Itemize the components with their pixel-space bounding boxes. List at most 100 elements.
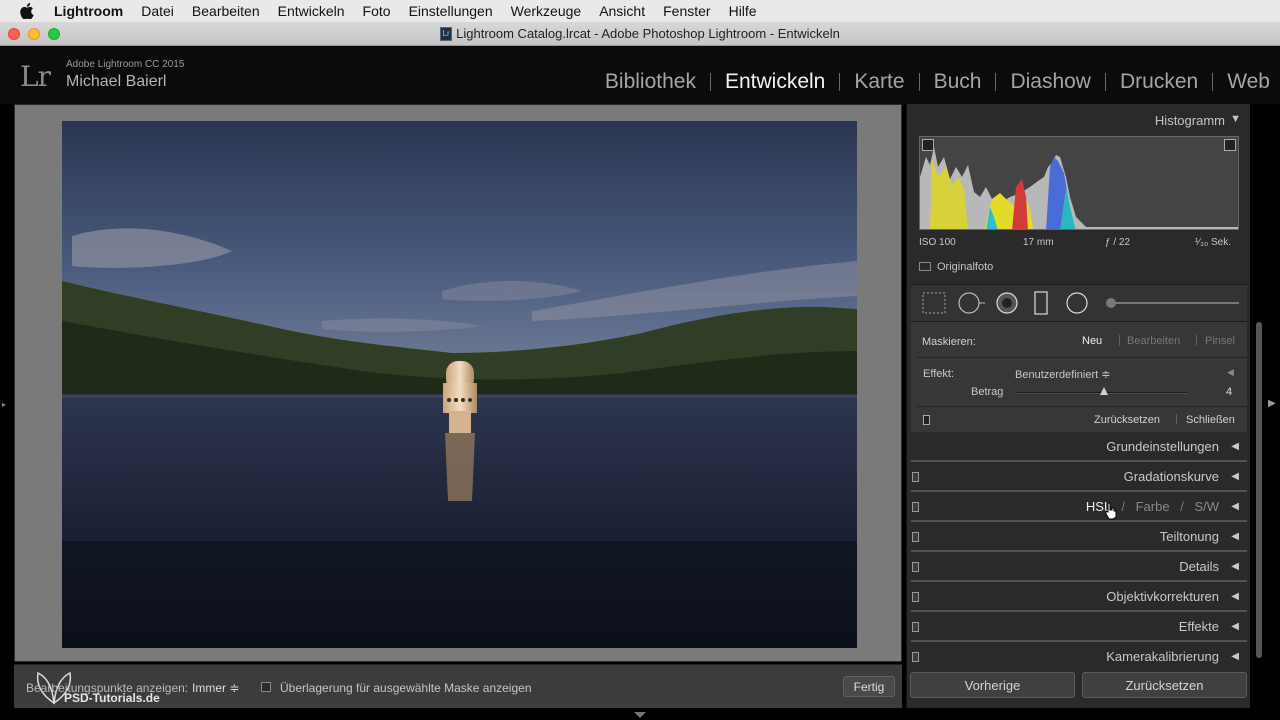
- user-name: Michael Baierl: [66, 73, 167, 90]
- original-photo-checkbox[interactable]: [919, 262, 931, 271]
- module-diashow[interactable]: Diashow: [996, 70, 1105, 94]
- right-panel-toggle-icon[interactable]: ▶: [1268, 398, 1276, 409]
- tab-farbe[interactable]: Farbe: [1136, 499, 1170, 514]
- menu-lightroom[interactable]: Lightroom: [54, 3, 123, 19]
- bottom-panel-toggle-icon[interactable]: [634, 711, 646, 719]
- panel-switch-icon[interactable]: [912, 592, 919, 602]
- done-button[interactable]: Fertig: [843, 676, 895, 697]
- effect-label: Effekt:: [923, 368, 954, 380]
- menu-foto[interactable]: Foto: [363, 3, 391, 19]
- reset-button[interactable]: Zurücksetzen: [1082, 672, 1247, 698]
- mask-brush-button[interactable]: Pinsel: [1205, 335, 1235, 347]
- panel-switch-icon[interactable]: [912, 652, 919, 662]
- expand-triangle-icon[interactable]: ◀: [1231, 531, 1239, 542]
- panel-switch-icon[interactable]: [912, 562, 919, 572]
- collapse-effect-icon[interactable]: ◀: [1227, 367, 1234, 378]
- module-drucken[interactable]: Drucken: [1106, 70, 1212, 94]
- shadow-clipping-icon[interactable]: [922, 139, 934, 151]
- crop-overlay-icon[interactable]: [922, 292, 946, 314]
- identity-plate: Lr Adobe Lightroom CC 2015 Michael Baier…: [0, 46, 1280, 104]
- amount-slider-thumb[interactable]: [1099, 386, 1109, 396]
- focal-length-value: 17 mm: [1023, 237, 1054, 248]
- mask-reset-button[interactable]: Zurücksetzen: [1094, 414, 1160, 426]
- panel-switch-icon[interactable]: [912, 622, 919, 632]
- panel-details-label: Details: [1179, 559, 1219, 574]
- panel-camera-calibration[interactable]: Kamerakalibrierung ◀: [911, 642, 1247, 672]
- window-title-bar: Lr Lightroom Catalog.lrcat - Adobe Photo…: [0, 22, 1280, 46]
- menu-ansicht[interactable]: Ansicht: [599, 3, 645, 19]
- photo-canvas[interactable]: [14, 104, 902, 662]
- panel-camera-calibration-label: Kamerakalibrierung: [1106, 649, 1219, 664]
- divider: [917, 357, 1249, 358]
- panel-basic[interactable]: Grundeinstellungen ◀: [911, 432, 1247, 462]
- module-entwickeln[interactable]: Entwickeln: [711, 70, 839, 94]
- apple-icon[interactable]: [20, 3, 40, 19]
- histogram-header[interactable]: Histogramm ▼: [907, 106, 1251, 134]
- effect-preset-select[interactable]: Benutzerdefiniert ≑: [1015, 368, 1110, 381]
- expand-triangle-icon[interactable]: ◀: [1231, 471, 1239, 482]
- module-web[interactable]: Web: [1213, 70, 1280, 94]
- mask-separator: |: [1195, 334, 1198, 346]
- highlight-clipping-icon[interactable]: [1224, 139, 1236, 151]
- collapse-triangle-icon[interactable]: ▼: [1230, 113, 1241, 125]
- panel-effects[interactable]: Effekte ◀: [911, 612, 1247, 642]
- expand-triangle-icon[interactable]: ◀: [1231, 501, 1239, 512]
- minimize-window-button[interactable]: [28, 28, 40, 40]
- expand-triangle-icon[interactable]: ◀: [1231, 561, 1239, 572]
- panel-split-toning[interactable]: Teiltonung ◀: [911, 522, 1247, 552]
- menu-einstellungen[interactable]: Einstellungen: [409, 3, 493, 19]
- panel-details[interactable]: Details ◀: [911, 552, 1247, 582]
- amount-label: Betrag: [971, 386, 1004, 398]
- adjustment-brush-slider[interactable]: [1106, 298, 1239, 308]
- menu-entwickeln[interactable]: Entwickeln: [278, 3, 345, 19]
- panel-tone-curve[interactable]: Gradationskurve ◀: [911, 462, 1247, 492]
- radial-filter-icon[interactable]: [1066, 292, 1088, 314]
- graduated-filter-icon[interactable]: [1034, 291, 1048, 315]
- watermark-text: PSD-Tutorials.de: [64, 691, 160, 705]
- amount-value[interactable]: 4: [1226, 386, 1232, 398]
- panel-lens-corrections[interactable]: Objektivkorrekturen ◀: [911, 582, 1247, 612]
- mask-overlay-checkbox[interactable]: [261, 682, 271, 692]
- right-panel-scrollbar[interactable]: [1254, 322, 1264, 658]
- tab-separator: /: [1180, 499, 1184, 514]
- histogram-graph[interactable]: [919, 136, 1239, 230]
- scrollbar-thumb[interactable]: [1256, 322, 1262, 658]
- previous-button[interactable]: Vorherige: [910, 672, 1075, 698]
- spot-removal-icon[interactable]: [958, 292, 985, 314]
- expand-triangle-icon[interactable]: ◀: [1231, 591, 1239, 602]
- module-buch[interactable]: Buch: [920, 70, 996, 94]
- menu-bar: Lightroom Datei Bearbeiten Entwickeln Fo…: [0, 0, 1280, 22]
- menu-werkzeuge[interactable]: Werkzeuge: [511, 3, 582, 19]
- expand-triangle-icon[interactable]: ◀: [1231, 621, 1239, 632]
- red-eye-icon[interactable]: [996, 292, 1018, 314]
- module-karte[interactable]: Karte: [840, 70, 918, 94]
- mask-overlay-label: Überlagerung für ausgewählte Maske anzei…: [280, 681, 532, 695]
- tab-sw[interactable]: S/W: [1194, 499, 1219, 514]
- mask-separator: |: [1175, 413, 1178, 425]
- menu-bearbeiten[interactable]: Bearbeiten: [192, 3, 260, 19]
- menu-datei[interactable]: Datei: [141, 3, 174, 19]
- panel-basic-label: Grundeinstellungen: [1106, 439, 1219, 454]
- radial-filter-panel: Maskieren: Neu | Bearbeiten | Pinsel Eff…: [911, 322, 1249, 432]
- panel-switch-icon[interactable]: [912, 532, 919, 542]
- mask-edit-button[interactable]: Bearbeiten: [1127, 335, 1180, 347]
- edit-pins-select[interactable]: Immer ≑: [192, 681, 239, 695]
- panel-switch-icon[interactable]: [912, 472, 919, 482]
- close-window-button[interactable]: [8, 28, 20, 40]
- landscape-photo[interactable]: [62, 121, 857, 648]
- divider: [917, 406, 1249, 407]
- panel-switch-icon[interactable]: [923, 415, 930, 425]
- module-bibliothek[interactable]: Bibliothek: [591, 70, 710, 94]
- bottom-button-bar: Vorherige Zurücksetzen: [906, 670, 1250, 706]
- expand-triangle-icon[interactable]: ◀: [1231, 441, 1239, 452]
- panel-hsl[interactable]: HSL / Farbe / S/W ◀: [911, 492, 1247, 522]
- window-title: Lightroom Catalog.lrcat - Adobe Photosho…: [456, 26, 840, 41]
- expand-triangle-icon[interactable]: ◀: [1231, 651, 1239, 662]
- zoom-window-button[interactable]: [48, 28, 60, 40]
- menu-fenster[interactable]: Fenster: [663, 3, 710, 19]
- panel-switch-icon[interactable]: [912, 502, 919, 512]
- mask-new-button[interactable]: Neu: [1082, 335, 1102, 347]
- mask-close-button[interactable]: Schließen: [1186, 414, 1235, 426]
- menu-hilfe[interactable]: Hilfe: [729, 3, 757, 19]
- left-panel-toggle-icon[interactable]: ▸: [2, 400, 6, 409]
